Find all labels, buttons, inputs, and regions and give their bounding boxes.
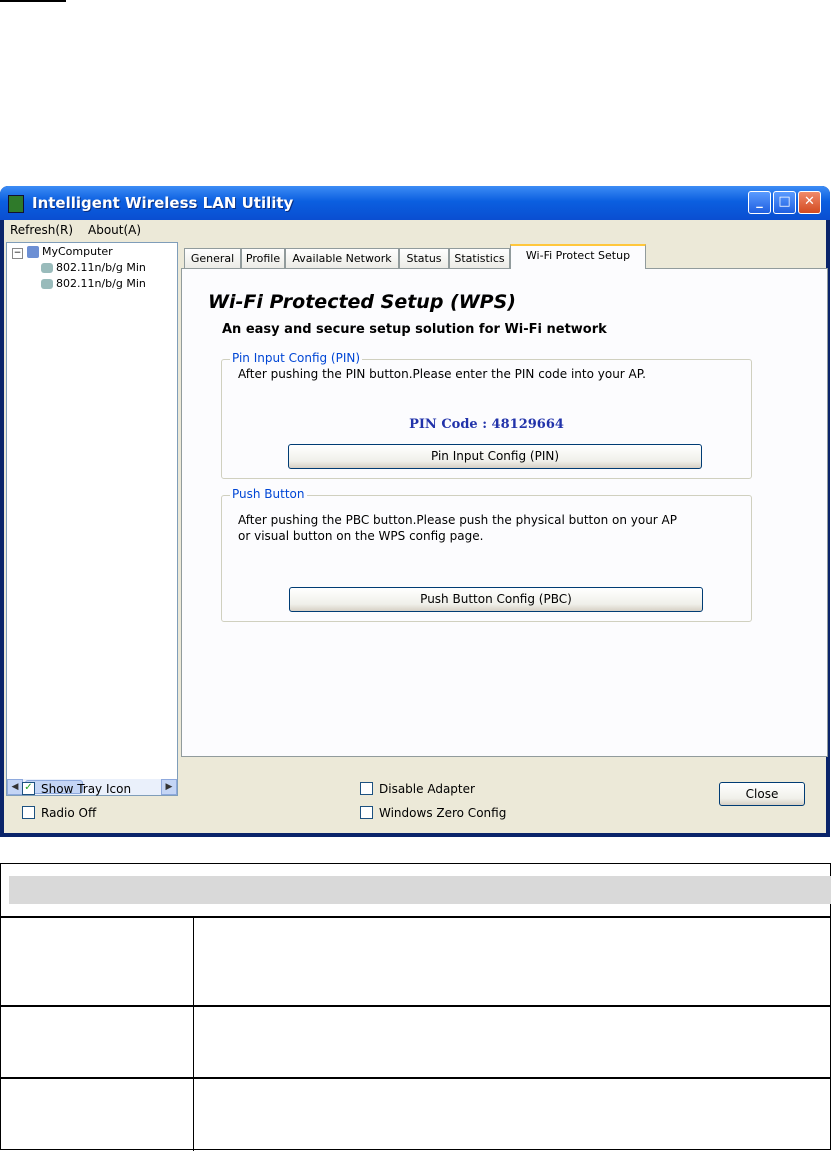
checkbox-checked-icon[interactable]: ✓: [22, 782, 35, 795]
pbc-group-label: Push Button: [230, 487, 307, 501]
tree-root-label: MyComputer: [42, 245, 113, 258]
table-row: [1, 916, 830, 1007]
pbc-instructions-line2: or visual button on the WPS config page.: [238, 529, 484, 543]
tree-item-label: 802.11n/b/g Min: [56, 261, 146, 274]
tab-profile[interactable]: Profile: [241, 248, 285, 268]
checkbox-icon[interactable]: [360, 806, 373, 819]
tree-item-label: 802.11n/b/g Min: [56, 277, 146, 290]
tab-wifi-protect-setup[interactable]: Wi-Fi Protect Setup: [510, 244, 646, 269]
close-button[interactable]: Close: [719, 782, 805, 806]
tree-item[interactable]: 802.11n/b/g Min: [41, 261, 146, 274]
pbc-config-button[interactable]: Push Button Config (PBC): [289, 587, 703, 612]
tree-item[interactable]: 802.11n/b/g Min: [41, 277, 146, 290]
wps-panel: Wi-Fi Protected Setup (WPS) An easy and …: [181, 268, 828, 757]
radio-off-checkbox[interactable]: Radio Off: [22, 806, 96, 820]
table-header-bar: [9, 876, 831, 904]
table-column-divider: [193, 1079, 194, 1151]
pin-instructions: After pushing the PIN button.Please ente…: [238, 367, 646, 381]
computer-icon: [27, 246, 39, 258]
windows-zero-config-label: Windows Zero Config: [379, 806, 507, 820]
windows-zero-config-checkbox[interactable]: Windows Zero Config: [360, 806, 506, 820]
title-bar[interactable]: Intelligent Wireless LAN Utility _ □ ✕: [0, 186, 830, 220]
menu-bar: Refresh(R) About(A): [4, 220, 826, 240]
table-row: [1, 1005, 830, 1079]
minimize-button[interactable]: _: [748, 191, 771, 214]
scroll-right-icon[interactable]: ▶: [161, 779, 177, 795]
close-window-button[interactable]: ✕: [798, 191, 821, 214]
table-row: [1, 1077, 830, 1151]
scroll-left-icon[interactable]: ◀: [7, 779, 23, 795]
wps-subheading: An easy and secure setup solution for Wi…: [222, 322, 607, 337]
pin-config-button[interactable]: Pin Input Config (PIN): [288, 444, 702, 469]
wireless-adapter-icon: [41, 263, 53, 273]
tab-general[interactable]: General: [184, 248, 241, 268]
app-window: Intelligent Wireless LAN Utility _ □ ✕ R…: [0, 186, 830, 837]
pbc-instructions-line1: After pushing the PBC button.Please push…: [238, 513, 678, 527]
pin-group-label: Pin Input Config (PIN): [230, 351, 363, 365]
wireless-adapter-icon: [41, 279, 53, 289]
tab-available-network[interactable]: Available Network: [285, 248, 399, 268]
top-rule: [0, 0, 66, 2]
disable-adapter-label: Disable Adapter: [379, 782, 475, 796]
tree-root[interactable]: MyComputer: [27, 245, 113, 258]
description-table: [0, 863, 831, 1151]
menu-refresh[interactable]: Refresh(R): [10, 223, 73, 237]
table-column-divider: [193, 918, 194, 1007]
pbc-group: Push Button After pushing the PBC button…: [221, 487, 752, 622]
pin-group: Pin Input Config (PIN) After pushing the…: [221, 351, 752, 479]
window-title: Intelligent Wireless LAN Utility: [32, 194, 294, 212]
client-area: Refresh(R) About(A) − MyComputer 802.11n…: [4, 220, 828, 833]
disable-adapter-checkbox[interactable]: Disable Adapter: [360, 782, 475, 796]
wps-heading: Wi-Fi Protected Setup (WPS): [208, 291, 516, 313]
app-icon: [8, 195, 24, 213]
radio-off-label: Radio Off: [41, 806, 97, 820]
adapter-tree: − MyComputer 802.11n/b/g Min 802.11n/b/g…: [6, 242, 178, 796]
table-column-divider: [193, 1007, 194, 1079]
checkbox-icon[interactable]: [360, 782, 373, 795]
tab-status[interactable]: Status: [399, 248, 449, 268]
show-tray-icon-label: Show Tray Icon: [41, 782, 132, 796]
maximize-button[interactable]: □: [773, 191, 796, 214]
menu-about[interactable]: About(A): [88, 223, 141, 237]
collapse-icon[interactable]: −: [12, 248, 23, 259]
tab-statistics[interactable]: Statistics: [449, 248, 510, 268]
show-tray-icon-checkbox[interactable]: ✓ Show Tray Icon: [22, 782, 131, 796]
pin-code: PIN Code : 48129664: [409, 417, 564, 432]
checkbox-icon[interactable]: [22, 806, 35, 819]
